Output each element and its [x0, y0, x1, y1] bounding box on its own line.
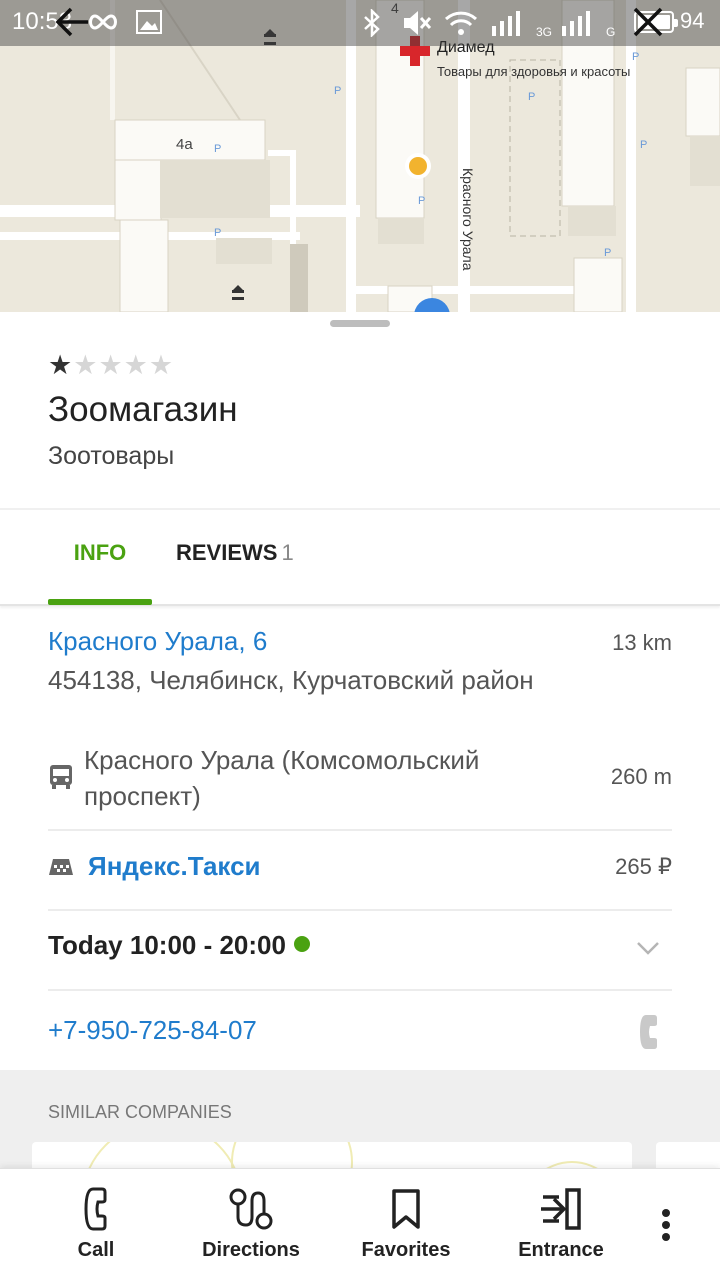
tab-bar: INFO REVIEWS 1 [0, 510, 720, 606]
close-icon [633, 7, 663, 37]
svg-text:P: P [640, 139, 647, 151]
rating-stars: ★★★★★ [48, 350, 174, 381]
signal-icon [562, 11, 590, 36]
status-bar: 10:53 3G G 94 [0, 0, 720, 46]
taxi-price: 265 ₽ [615, 854, 672, 879]
directions-button[interactable]: Directions [181, 1169, 321, 1280]
map-building-label: 4а [176, 136, 193, 153]
address-detail: 454138, Челябинск, Курчатовский район [48, 665, 534, 695]
similar-companies-section: SIMILAR COMPANIES [0, 1070, 720, 1168]
place-name: Зоомагазин [48, 390, 238, 429]
svg-text:P: P [214, 143, 221, 155]
action-bar: Call Directions Favorites Entrance [0, 1168, 720, 1280]
phone-icon [84, 1187, 107, 1231]
similar-company-card[interactable] [32, 1142, 632, 1168]
star-empty-icon: ★ [98, 350, 124, 380]
phone-icon[interactable] [638, 1014, 658, 1050]
divider [48, 909, 672, 911]
working-hours-label: Today 10:00 - 20:00 [48, 930, 286, 960]
entrance-button[interactable]: Entrance [491, 1169, 631, 1280]
battery-level: 94 [680, 8, 705, 33]
svg-text:P: P [604, 247, 611, 259]
svg-text:P: P [214, 227, 221, 239]
active-tab-indicator [48, 599, 152, 605]
phone-number-link[interactable]: +7-950-725-84-07 [48, 1015, 257, 1046]
mute-icon [404, 11, 432, 35]
entrance-label: Entrance [518, 1239, 604, 1261]
open-status-dot [293, 936, 310, 952]
taxi-icon [49, 859, 73, 875]
transit-stop-name[interactable]: Красного Урала (Комсомольский проспект) [84, 742, 564, 814]
working-hours[interactable]: Today 10:00 - 20:00 [48, 930, 310, 961]
taxi-link[interactable]: Яндекс.Такси [88, 851, 261, 882]
tab-reviews[interactable]: REVIEWS 1 [176, 540, 294, 566]
similar-companies-title: SIMILAR COMPANIES [48, 1102, 232, 1122]
map-view[interactable]: P P P P P P P P 4 4а Диамед Товары для з… [0, 0, 720, 312]
favorites-label: Favorites [361, 1239, 451, 1261]
svg-text:P: P [528, 91, 535, 103]
svg-text:P: P [418, 195, 425, 207]
divider [48, 829, 672, 831]
star-filled-icon: ★ [48, 350, 74, 380]
card-map-preview [88, 1142, 598, 1168]
reviews-count: 1 [281, 540, 294, 565]
network-type-label: G [606, 25, 616, 39]
more-options-icon[interactable] [654, 1207, 678, 1243]
map-street-label: Красного Урала [460, 168, 476, 271]
bookmark-icon [392, 1189, 420, 1229]
map-canvas: P P P P P P P P [0, 0, 720, 312]
similar-company-card[interactable] [656, 1142, 720, 1168]
bus-icon [50, 765, 72, 789]
star-empty-icon: ★ [123, 350, 149, 380]
star-empty-icon: ★ [148, 350, 175, 380]
favorites-button[interactable]: Favorites [336, 1169, 476, 1280]
svg-text:P: P [632, 51, 639, 63]
bluetooth-icon [364, 9, 380, 37]
address-distance: 13 km [612, 630, 672, 655]
arrow-left-icon [55, 7, 88, 37]
tab-reviews-label: REVIEWS [176, 540, 278, 565]
back-button[interactable] [50, 0, 94, 44]
chevron-down-icon[interactable] [636, 940, 660, 956]
entrance-icon [541, 1188, 581, 1230]
star-empty-icon: ★ [73, 350, 99, 380]
place-card: ★★★★★ Зоомагазин Зоотовары INFO REVIEWS 1… [0, 312, 720, 1168]
address-link[interactable]: Красного Урала, 6 [48, 626, 267, 657]
directions-label: Directions [202, 1239, 300, 1261]
call-label: Call [77, 1239, 115, 1261]
sheet-drag-handle[interactable] [330, 320, 390, 327]
network-type-label: 3G [536, 25, 553, 39]
place-category: Зоотовары [48, 442, 175, 470]
close-button[interactable] [626, 0, 670, 44]
divider [48, 989, 672, 991]
route-icon [229, 1188, 273, 1230]
image-icon [136, 10, 162, 34]
wifi-icon [444, 11, 478, 35]
map-poi-category: Товары для здоровья и красоты [437, 64, 631, 79]
svg-text:P: P [334, 85, 341, 97]
signal-icon [492, 11, 520, 36]
transit-distance: 260 m [610, 764, 672, 789]
call-button[interactable]: Call [26, 1169, 166, 1280]
tab-info[interactable]: INFO [48, 540, 152, 566]
